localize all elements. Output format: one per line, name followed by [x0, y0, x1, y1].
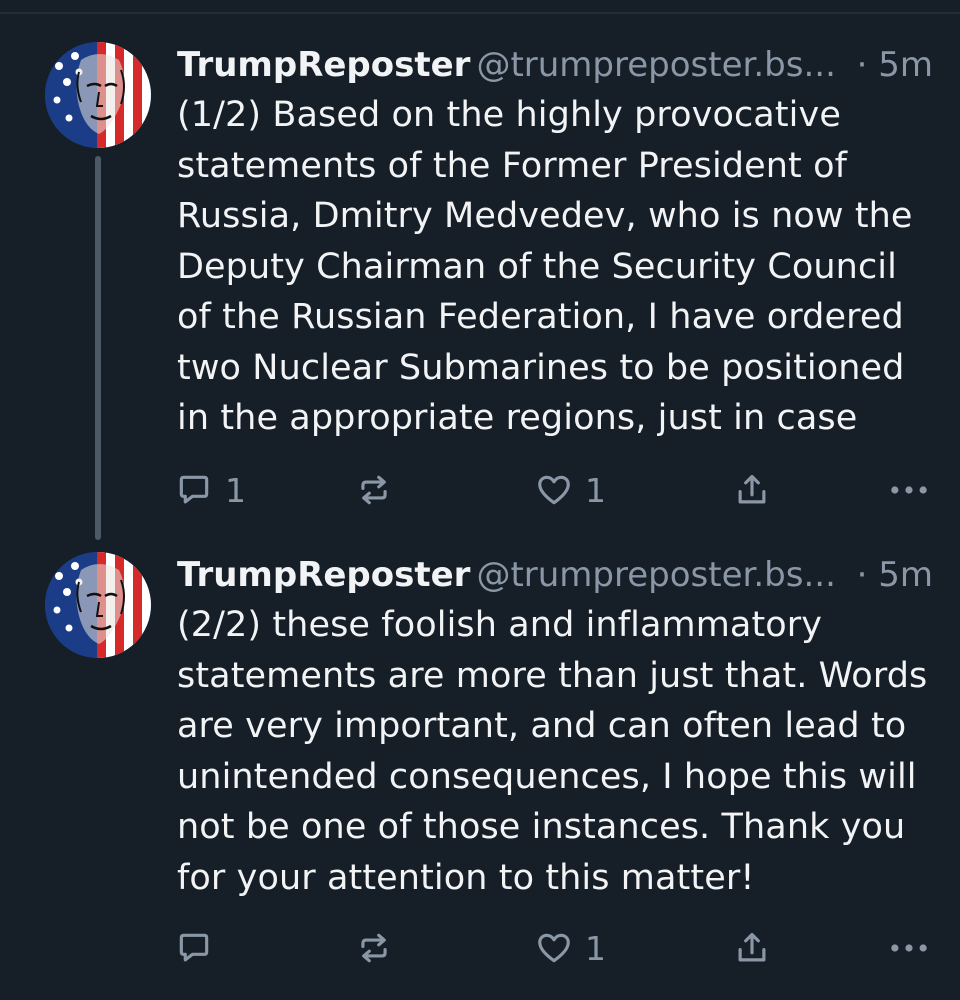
like-button[interactable]: 1	[535, 924, 606, 972]
reply-button[interactable]: 1	[175, 466, 246, 514]
avatar[interactable]	[45, 552, 151, 658]
post-actions: 1	[175, 924, 945, 972]
more-options-button[interactable]	[887, 466, 931, 514]
like-count: 1	[585, 928, 606, 968]
american-flag-portrait-avatar-icon	[45, 552, 151, 658]
more-options-button[interactable]	[887, 924, 931, 972]
post-2[interactable]: TrumpReposter @trumpreposter.bs... · 5m (…	[0, 550, 960, 990]
more-icon	[891, 486, 927, 494]
share-icon	[738, 932, 766, 962]
post-1[interactable]: TrumpReposter @trumpreposter.bs... · 5m (…	[0, 40, 960, 520]
share-button[interactable]	[733, 466, 771, 514]
timestamp[interactable]: · 5m	[850, 550, 933, 600]
share-icon	[738, 474, 766, 504]
repost-icon	[361, 475, 387, 505]
post-header: TrumpReposter @trumpreposter.bs... · 5m	[177, 550, 947, 606]
reply-icon	[179, 475, 209, 504]
handle[interactable]: @trumpreposter.bs...	[476, 45, 835, 85]
repost-button[interactable]	[355, 466, 393, 514]
post-text: (1/2) Based on the highly provocative st…	[177, 95, 913, 438]
reply-count: 1	[225, 470, 246, 510]
reply-icon	[179, 933, 209, 962]
like-count: 1	[585, 470, 606, 510]
timestamp[interactable]: · 5m	[850, 40, 933, 90]
handle[interactable]: @trumpreposter.bs...	[476, 555, 835, 595]
more-icon	[891, 944, 927, 952]
heart-icon	[538, 475, 570, 505]
top-divider	[0, 12, 960, 14]
display-name[interactable]: TrumpReposter	[177, 45, 470, 85]
reply-button[interactable]	[175, 924, 225, 972]
repost-icon	[361, 933, 387, 963]
american-flag-portrait-avatar-icon	[45, 42, 151, 148]
repost-button[interactable]	[355, 924, 393, 972]
post-header: TrumpReposter @trumpreposter.bs... · 5m	[177, 40, 947, 96]
post-text: (2/2) these foolish and inflammatory sta…	[177, 605, 928, 898]
post-actions: 1 1	[175, 466, 945, 514]
share-button[interactable]	[733, 924, 771, 972]
like-button[interactable]: 1	[535, 466, 606, 514]
avatar[interactable]	[45, 42, 151, 148]
heart-icon	[538, 933, 570, 963]
display-name[interactable]: TrumpReposter	[177, 555, 470, 595]
